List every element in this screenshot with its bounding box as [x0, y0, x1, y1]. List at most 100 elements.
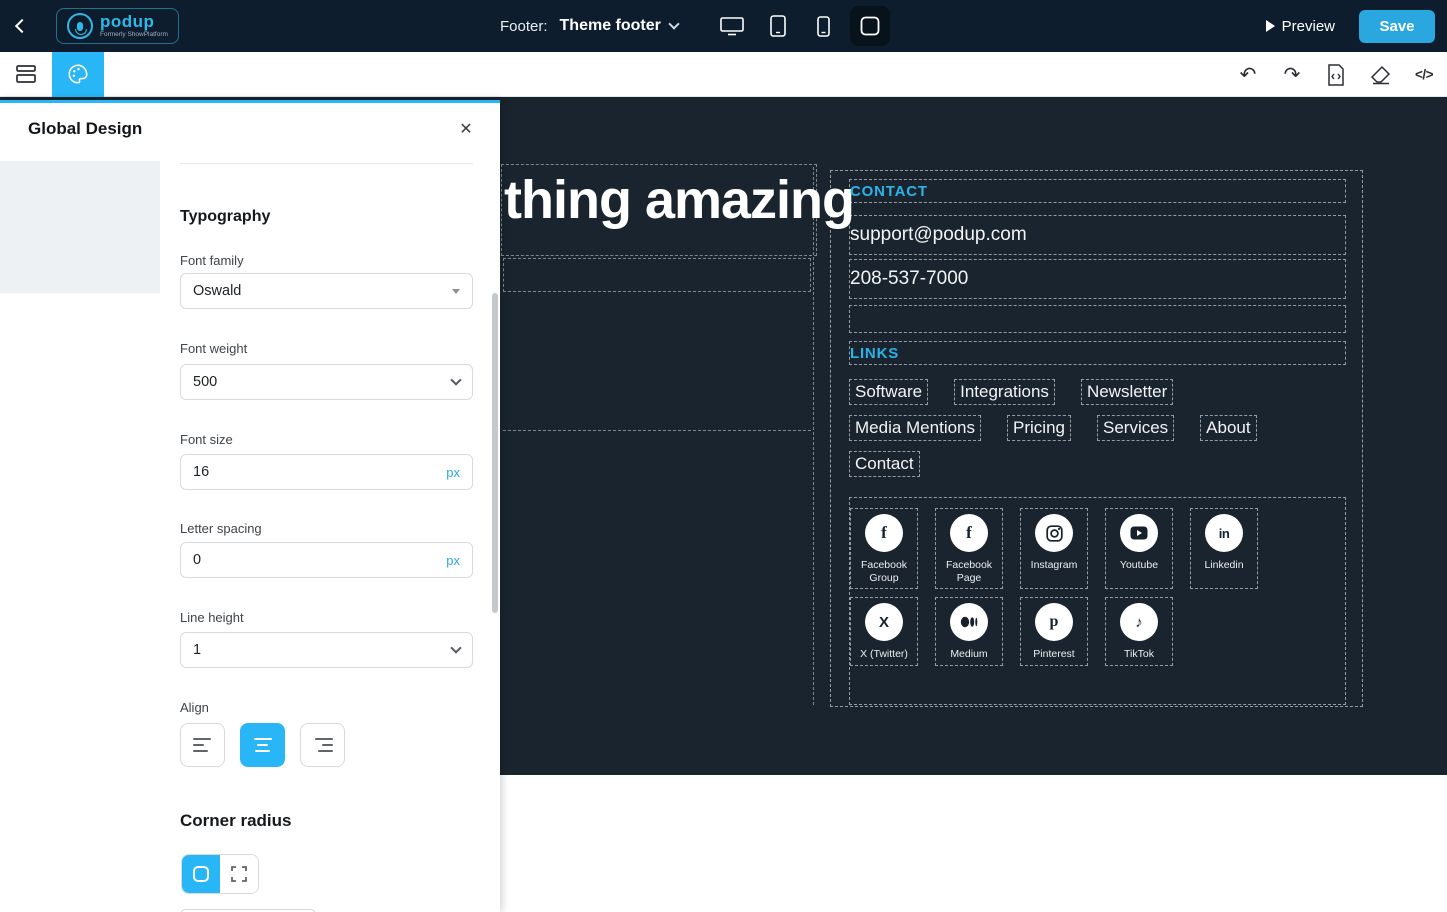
play-icon [1265, 20, 1275, 32]
links-heading[interactable]: LINKS [849, 341, 1346, 365]
preview-button[interactable]: Preview [1265, 17, 1335, 35]
redo-button[interactable]: ↷ [1277, 60, 1307, 90]
footer-link[interactable]: Newsletter [1080, 379, 1174, 405]
font-family-select[interactable]: Oswald [180, 273, 473, 309]
chevron-left-icon [14, 18, 30, 34]
youtube-icon [1120, 514, 1158, 552]
chevron-down-icon [668, 18, 680, 30]
desktop-icon [720, 17, 744, 36]
align-center-icon [253, 737, 273, 753]
footer-link[interactable]: Software [849, 379, 929, 405]
preview-label: Preview [1281, 17, 1335, 35]
corners-icon [231, 866, 247, 882]
social-label: X (Twitter) [860, 648, 908, 661]
global-design-panel: Global Design ✕ Typography Font family O… [0, 100, 500, 912]
app-logo: podup Formerly ShowPlatform [56, 8, 179, 44]
element-divider-outline [503, 430, 811, 431]
logo-text: podup [100, 12, 155, 32]
font-size-input[interactable] [193, 464, 439, 480]
chevron-down-icon [450, 642, 462, 654]
pages-panel-button[interactable] [0, 52, 52, 97]
social-item-medium[interactable]: Medium [935, 597, 1003, 666]
letter-spacing-input[interactable] [193, 552, 439, 568]
line-height-value: 1 [193, 642, 202, 658]
empty-block-outline[interactable] [849, 305, 1346, 333]
align-center-button[interactable] [240, 723, 285, 767]
radius-rounded-button[interactable] [182, 855, 220, 893]
social-item-facebook-group[interactable]: f Facebook Group [850, 508, 918, 590]
social-label: Pinterest [1033, 648, 1075, 661]
hidden-element-outline[interactable] [503, 258, 811, 292]
footer-select[interactable]: Theme footer [556, 11, 682, 41]
footer-link[interactable]: Media Mentions [849, 415, 982, 441]
podup-logo-icon [67, 13, 93, 39]
align-right-icon [313, 737, 333, 753]
footer-column[interactable]: CONTACT support@podup.com 208-537-7000 L… [830, 170, 1363, 707]
footer-link[interactable]: About [1200, 415, 1257, 441]
letter-spacing-unit: px [446, 552, 460, 568]
contact-heading[interactable]: CONTACT [849, 179, 1346, 203]
footer-links: Software Integrations Newsletter Media M… [849, 379, 1346, 477]
code-icon: </> [1414, 67, 1434, 82]
code-view-button[interactable]: </> [1409, 60, 1439, 90]
tablet-icon [770, 15, 786, 37]
line-height-select[interactable]: 1 [180, 632, 473, 668]
editor-toolbar: ↶ ↷ </> [0, 51, 1447, 97]
hero-heading[interactable]: thing amazing [504, 169, 855, 231]
undo-button[interactable]: ↶ [1233, 60, 1263, 90]
corner-radius-heading: Corner radius [180, 811, 292, 830]
radius-custom-button[interactable] [220, 855, 258, 893]
mobile-view-button[interactable] [804, 6, 844, 46]
font-size-label: Font size [180, 432, 233, 447]
panel-divider [180, 163, 473, 164]
tiktok-icon: ♪ [1120, 603, 1158, 642]
line-height-label: Line height [180, 610, 244, 625]
panel-title: Global Design [28, 119, 143, 138]
page-code-button[interactable] [1321, 60, 1351, 90]
save-button[interactable]: Save [1359, 9, 1435, 43]
social-label: Youtube [1119, 559, 1159, 571]
typography-heading: Typography [180, 208, 271, 225]
contact-phone[interactable]: 208-537-7000 [849, 259, 1346, 299]
page-code-icon [1328, 63, 1344, 86]
desktop-view-button[interactable] [712, 6, 752, 46]
social-item-facebook-page[interactable]: f Facebook Page [935, 508, 1003, 590]
font-weight-value: 500 [193, 374, 218, 390]
social-item-youtube[interactable]: Youtube [1105, 508, 1173, 590]
social-item-x-twitter[interactable]: X X (Twitter) [850, 597, 918, 666]
back-button[interactable] [0, 0, 44, 52]
social-icons-block[interactable]: f Facebook Group f Facebook Page Instagr… [849, 497, 1346, 705]
align-left-button[interactable] [180, 723, 225, 767]
rounded-square-icon [193, 866, 209, 882]
panel-scrollbar[interactable] [492, 293, 498, 613]
footer-link[interactable]: Integrations [954, 379, 1055, 405]
contact-email[interactable]: support@podup.com [849, 215, 1346, 255]
fullwidth-icon [860, 16, 880, 36]
social-item-instagram[interactable]: Instagram [1020, 508, 1088, 590]
social-label: Instagram [1030, 559, 1078, 571]
fullwidth-view-button[interactable] [849, 6, 890, 46]
palette-icon [68, 64, 88, 84]
social-item-pinterest[interactable]: p Pinterest [1020, 597, 1088, 666]
footer-link[interactable]: Pricing [1007, 415, 1071, 441]
footer-select-value: Theme footer [559, 17, 661, 34]
social-label: Linkedin [1204, 559, 1244, 571]
tablet-view-button[interactable] [758, 6, 798, 46]
clear-styles-button[interactable] [1365, 60, 1395, 90]
social-label: TikTok [1124, 648, 1154, 661]
social-item-linkedin[interactable]: in Linkedin [1190, 508, 1258, 590]
font-weight-select[interactable]: 500 [180, 364, 473, 400]
corner-radius-buttons [181, 854, 259, 894]
social-item-tiktok[interactable]: ♪ TikTok [1105, 597, 1173, 666]
align-right-button[interactable] [300, 723, 345, 767]
social-label: Medium [950, 648, 988, 661]
close-button[interactable]: ✕ [454, 117, 478, 141]
linkedin-icon: in [1205, 514, 1243, 552]
footer-link[interactable]: Services [1096, 415, 1175, 441]
logo-tagline: Formerly ShowPlatform [100, 31, 168, 39]
x-twitter-icon: X [865, 603, 903, 642]
footer-link[interactable]: Contact [849, 451, 920, 477]
global-design-button[interactable] [52, 51, 104, 97]
close-icon: ✕ [459, 121, 473, 138]
column-divider-outline [813, 167, 814, 705]
